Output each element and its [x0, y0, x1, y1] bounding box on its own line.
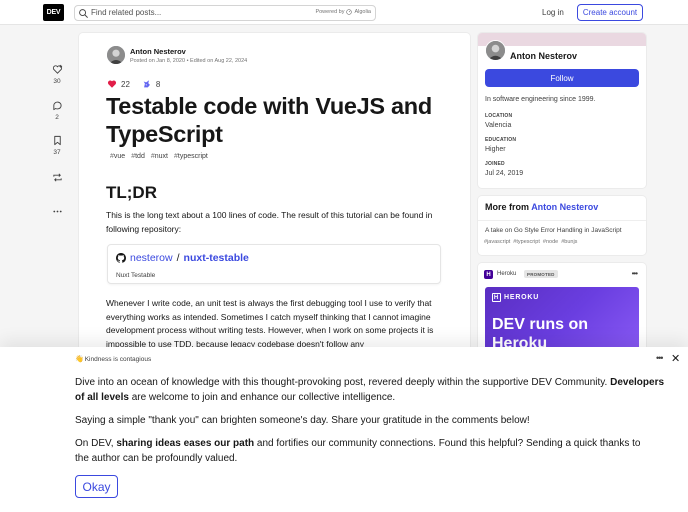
algolia-credit[interactable]: Powered by Algolia: [315, 9, 371, 15]
profile-bio: In software engineering since 1999.: [485, 96, 596, 103]
dev-logo[interactable]: DEV: [43, 4, 64, 21]
kindness-overlay: 👋 Kindness is contagious ••• ✕ Dive into…: [0, 347, 688, 512]
repo-owner[interactable]: nesterow: [130, 252, 173, 264]
heroku-wordmark: HEROKU: [504, 294, 540, 301]
profile-avatar[interactable]: [485, 40, 506, 61]
follow-button[interactable]: Follow: [485, 69, 639, 87]
overlay-paragraph-1: Dive into an ocean of knowledge with thi…: [75, 377, 665, 403]
repo-name[interactable]: nuxt-testable: [184, 252, 249, 264]
post-date: Posted on Jan 8, 2020 • Edited on Aug 22…: [130, 58, 248, 64]
divider: [478, 220, 646, 221]
author-avatar[interactable]: [107, 46, 125, 64]
tag-bunjs[interactable]: #bunjs: [561, 239, 577, 245]
powered-by-label: Powered by: [315, 9, 345, 15]
tag-node[interactable]: #node: [543, 239, 558, 245]
more-from-author-link[interactable]: Anton Nesterov: [531, 202, 598, 212]
location-label: LOCATION: [485, 113, 513, 119]
overlay-paragraph-3: On DEV, sharing ideas eases our path and…: [75, 438, 641, 464]
joined-value: Jul 24, 2019: [485, 170, 524, 177]
author-name[interactable]: Anton Nesterov: [130, 47, 186, 56]
tag-tdd[interactable]: #tdd: [131, 153, 145, 160]
share-button[interactable]: [45, 172, 69, 186]
login-link[interactable]: Log in: [542, 8, 564, 17]
tag-typescript[interactable]: #typescript: [513, 239, 540, 245]
comment-count: 2: [55, 114, 59, 121]
okay-button[interactable]: Okay: [75, 475, 118, 498]
create-account-button[interactable]: Create account: [577, 4, 643, 21]
more-from-tags: #javascript #typescript #node #bunjs: [484, 239, 577, 245]
location-value: Valencia: [485, 122, 512, 129]
overlay-tag: 👋 Kindness is contagious: [75, 355, 152, 364]
article-intro: This is the long text about a 100 lines …: [106, 210, 433, 234]
overlay-menu-button[interactable]: •••: [656, 353, 664, 363]
reaction-heart-button[interactable]: 30: [45, 64, 69, 85]
overlay-tag-label: Kindness is contagious: [84, 355, 152, 363]
heart-icon: [107, 80, 117, 88]
article-card: Anton Nesterov Posted on Jan 8, 2020 • E…: [79, 33, 470, 363]
comments-button[interactable]: 2: [45, 100, 69, 121]
algolia-label: Algolia: [354, 9, 371, 15]
heroku-mark-icon: H: [492, 293, 501, 302]
unicorn-icon: [143, 80, 150, 88]
search-box[interactable]: Find related posts... Powered by Algolia: [74, 5, 376, 21]
heart-count: 22: [121, 79, 130, 89]
github-repo-card[interactable]: nesterow / nuxt-testable Nuxt Testable: [107, 244, 441, 284]
article-tags: #vue #tdd #nuxt #typescript: [110, 153, 208, 160]
comment-icon: [52, 101, 62, 111]
github-icon: [116, 253, 126, 263]
reaction-count: 30: [53, 78, 61, 85]
article-title: Testable code with VueJS and TypeScript: [106, 93, 432, 147]
section-heading: TL;DR: [106, 183, 157, 202]
close-icon[interactable]: ✕: [671, 352, 680, 365]
author-profile-card: Anton Nesterov Follow In software engine…: [478, 33, 646, 188]
sponsor-name[interactable]: Heroku: [497, 271, 516, 277]
heroku-logo-icon: H: [484, 270, 493, 279]
overlay-paragraph-2: Saying a simple "thank you" can brighten…: [75, 415, 530, 426]
repo-description: Nuxt Testable: [116, 272, 156, 279]
search-icon: [79, 9, 88, 18]
more-from-card: More from Anton Nesterov A take on Go St…: [478, 196, 646, 255]
tag-javascript[interactable]: #javascript: [484, 239, 510, 245]
heroku-banner-logo: H HEROKU: [492, 293, 539, 302]
article-reactions: 22 8: [107, 79, 172, 89]
bookmark-button[interactable]: 37: [45, 135, 69, 156]
tag-typescript[interactable]: #typescript: [174, 153, 208, 160]
tag-vue[interactable]: #vue: [110, 153, 125, 160]
more-options-button[interactable]: [45, 206, 69, 220]
more-from-article-link[interactable]: A take on Go Style Error Handling in Jav…: [485, 227, 622, 234]
sponsor-menu-button[interactable]: •••: [632, 269, 638, 278]
more-icon: [52, 210, 62, 213]
more-from-prefix: More from: [485, 202, 530, 212]
waving-hand-icon: 👋: [75, 356, 84, 363]
joined-label: JOINED: [485, 161, 505, 167]
education-value: Higher: [485, 146, 506, 153]
search-input[interactable]: Find related posts...: [91, 8, 161, 17]
bookmark-count: 37: [53, 149, 61, 156]
unicorn-count: 8: [155, 79, 161, 89]
heart-plus-icon: [52, 64, 62, 74]
bookmark-icon: [53, 135, 61, 146]
education-label: EDUCATION: [485, 137, 517, 143]
repo-separator: /: [176, 252, 180, 264]
repo-title[interactable]: nesterow / nuxt-testable: [116, 252, 249, 264]
more-from-heading: More from Anton Nesterov: [485, 202, 598, 212]
share-icon: [52, 173, 62, 182]
profile-name[interactable]: Anton Nesterov: [510, 51, 577, 61]
article-body: Whenever I write code, an unit test is a…: [106, 298, 434, 349]
promoted-badge: PROMOTED: [524, 270, 558, 278]
heart-reaction: 22: [107, 79, 130, 89]
algolia-icon: [346, 9, 353, 15]
tag-nuxt[interactable]: #nuxt: [151, 153, 168, 160]
unicorn-reaction: 8: [142, 79, 160, 89]
top-header: DEV Find related posts... Powered by Alg…: [0, 0, 688, 25]
